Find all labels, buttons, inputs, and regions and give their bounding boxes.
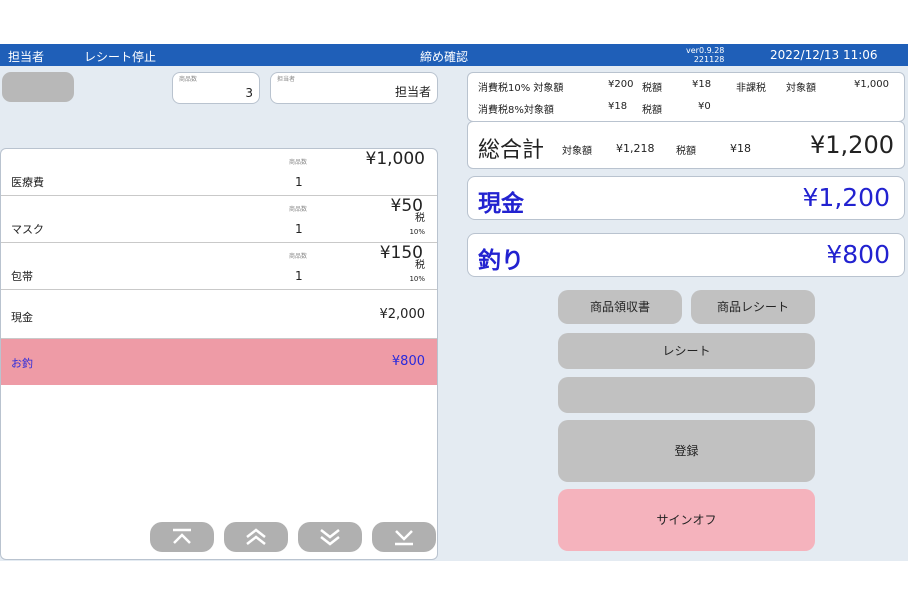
payment-name: 現金 (11, 311, 33, 324)
receipt-button[interactable]: レシート (558, 333, 815, 369)
page-up-button[interactable] (224, 522, 288, 552)
change-row-name: お釣 (11, 357, 33, 370)
change-box: 釣り ¥800 (467, 233, 905, 277)
payment-amount: ¥2,000 (379, 307, 426, 322)
change-amount: ¥800 (826, 240, 890, 269)
change-row-amount: ¥800 (391, 354, 425, 369)
item-count-box: 商品数 3 (172, 72, 260, 104)
item-name: マスク (11, 223, 44, 236)
list-item[interactable]: 包帯 商品数 1 ¥150 税 10% (1, 243, 437, 290)
tax-label: 税 (415, 213, 425, 224)
item-price: ¥1,000 (365, 149, 425, 169)
tax8-tax-label: 税額 (642, 105, 662, 116)
tax-rate: 10% (409, 228, 425, 236)
pos-app: 担当者 レシート停止 締め確認 ver0.9.28 221128 2022/12… (0, 44, 908, 561)
version-line1: ver0.9.28 (686, 46, 725, 55)
product-receipt-button[interactable]: 商品領収書 (558, 290, 682, 324)
exempt-label: 非課税 (736, 83, 766, 94)
scroll-bottom-button[interactable] (372, 522, 436, 552)
qty-caption: 商品数 (289, 253, 308, 260)
payment-row[interactable]: 現金 ¥2,000 (1, 290, 437, 339)
chevron-top-icon (173, 528, 191, 544)
item-name: 医療費 (11, 176, 44, 189)
item-count-caption: 商品数 (179, 76, 198, 83)
item-count: 3 (245, 86, 253, 100)
tax-label: 税 (415, 260, 425, 271)
version-line2: 221128 (693, 55, 725, 64)
exempt-base-label: 対象額 (786, 83, 816, 94)
product-slip-button[interactable]: 商品レシート (691, 290, 815, 324)
cash-amount: ¥1,200 (802, 183, 890, 212)
grand-total-label: 総合計 (478, 138, 545, 163)
tax10-tax-label: 税額 (642, 83, 662, 94)
page-down-button[interactable] (298, 522, 362, 552)
tax10-tax: ¥18 (692, 79, 712, 90)
tax-summary: 消費税10% 対象額 ¥200 税額 ¥18 非課税 対象額 ¥1,000 消費… (467, 72, 905, 122)
cash-label: 現金 (478, 191, 524, 217)
receipt-stop-menu[interactable]: レシート停止 (84, 48, 156, 65)
blank-button[interactable] (558, 377, 815, 413)
staff-box: 担当者 担当者 (270, 72, 438, 104)
qty-caption: 商品数 (289, 206, 308, 213)
grand-total-base: ¥1,218 (616, 142, 655, 155)
item-qty: 1 (295, 222, 303, 236)
grand-total-base-label: 対象額 (562, 146, 592, 157)
sign-off-button[interactable]: サインオフ (558, 489, 815, 551)
datetime: 2022/12/13 11:06 (770, 48, 878, 62)
blank-pill-button[interactable] (2, 72, 74, 102)
tax10-label: 消費税10% 対象額 (478, 83, 564, 94)
exempt-base: ¥1,000 (854, 79, 889, 90)
double-chevron-up-icon (246, 528, 266, 545)
tax-rate: 10% (409, 275, 425, 283)
item-list[interactable]: 医療費 商品数 1 ¥1,000 マスク 商品数 1 ¥50 税 10% 包帯 … (0, 148, 438, 560)
grand-total-tax-label: 税額 (676, 146, 696, 157)
staff-name: 担当者 (394, 85, 431, 99)
change-label: 釣り (478, 248, 524, 274)
chevron-bottom-icon (395, 530, 413, 546)
grand-total-amount: ¥1,200 (810, 131, 894, 159)
tax10-base: ¥200 (608, 79, 634, 90)
scroll-top-button[interactable] (150, 522, 214, 552)
grand-total-tax: ¥18 (730, 142, 751, 155)
change-row[interactable]: お釣 ¥800 (1, 339, 437, 385)
item-qty: 1 (295, 269, 303, 283)
list-item[interactable]: マスク 商品数 1 ¥50 税 10% (1, 196, 437, 243)
qty-caption: 商品数 (289, 159, 308, 166)
cash-box: 現金 ¥1,200 (467, 176, 905, 220)
list-item[interactable]: 医療費 商品数 1 ¥1,000 (1, 149, 437, 196)
register-button[interactable]: 登録 (558, 420, 815, 482)
screen-title: 締め確認 (420, 50, 469, 64)
item-name: 包帯 (11, 270, 33, 283)
tax8-base: ¥18 (608, 101, 628, 112)
item-qty: 1 (295, 175, 303, 189)
grand-total-box: 総合計 対象額 ¥1,218 税額 ¥18 ¥1,200 (467, 121, 905, 169)
double-chevron-down-icon (320, 529, 340, 546)
operator-menu[interactable]: 担当者 (8, 48, 44, 65)
tax8-label: 消費税8%対象額 (478, 105, 554, 116)
title-bar: 担当者 レシート停止 締め確認 ver0.9.28 221128 2022/12… (0, 44, 908, 66)
version-label: ver0.9.28 221128 (686, 46, 724, 64)
staff-caption: 担当者 (277, 76, 296, 83)
tax8-tax: ¥0 (698, 101, 711, 112)
